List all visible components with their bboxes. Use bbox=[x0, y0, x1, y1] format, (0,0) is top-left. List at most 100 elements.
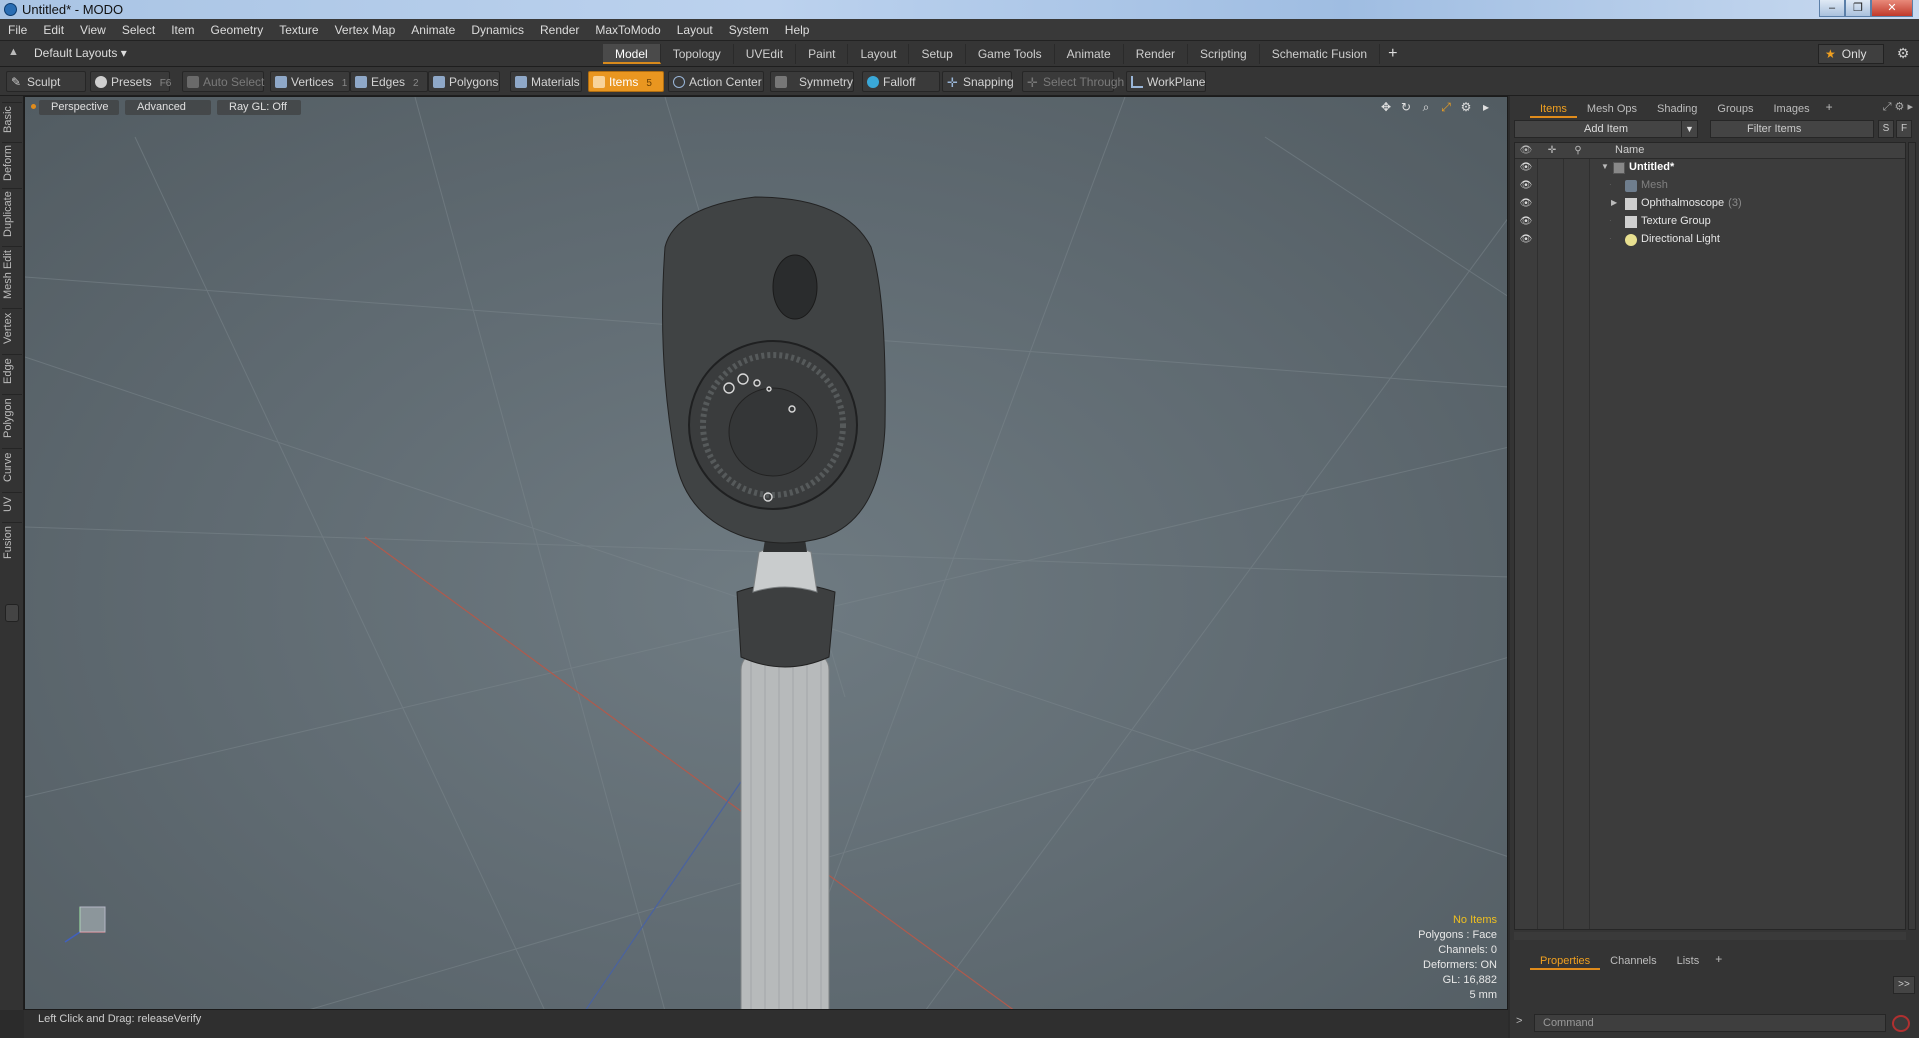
menu-file[interactable]: File bbox=[0, 19, 35, 41]
ptab-shading[interactable]: Shading bbox=[1647, 100, 1707, 118]
rotate-icon[interactable]: ↻ bbox=[1399, 100, 1413, 114]
expand-triangle-icon[interactable]: ▼ bbox=[1601, 162, 1611, 174]
presets-button[interactable]: Presets F6 bbox=[90, 71, 171, 92]
expand-properties-button[interactable]: >> bbox=[1893, 976, 1915, 994]
menu-system[interactable]: System bbox=[721, 19, 777, 41]
tab-paint[interactable]: Paint bbox=[796, 44, 849, 64]
item-list-scrollbar[interactable] bbox=[1908, 142, 1916, 930]
ptab-mesh-ops[interactable]: Mesh Ops bbox=[1577, 100, 1647, 118]
action-center-button[interactable]: Action Center bbox=[668, 71, 764, 92]
sculpt-button[interactable]: ✎ Sculpt bbox=[6, 71, 86, 92]
pan-icon[interactable]: ✥ bbox=[1379, 100, 1393, 114]
eye-icon[interactable]: 👁 bbox=[1519, 198, 1533, 210]
menu-dynamics[interactable]: Dynamics bbox=[463, 19, 532, 41]
command-input[interactable]: Command bbox=[1534, 1014, 1886, 1032]
s-button[interactable]: S bbox=[1878, 120, 1894, 138]
collapse-triangle-icon[interactable]: ▶ bbox=[1611, 198, 1621, 210]
menu-maxtomodo[interactable]: MaxToModo bbox=[587, 19, 668, 41]
layout-selector[interactable]: Default Layouts ▾ bbox=[34, 46, 127, 60]
menu-render[interactable]: Render bbox=[532, 19, 587, 41]
tab-schematic-fusion[interactable]: Schematic Fusion bbox=[1260, 44, 1381, 64]
zoom-icon[interactable]: ⌕ bbox=[1419, 100, 1433, 114]
stop-icon[interactable] bbox=[1892, 1015, 1910, 1032]
ptab-groups[interactable]: Groups bbox=[1707, 100, 1763, 118]
select-through-button[interactable]: ✛ Select Through bbox=[1022, 71, 1124, 92]
eye-icon[interactable]: 👁 bbox=[1519, 216, 1533, 228]
tab-scripting[interactable]: Scripting bbox=[1188, 44, 1260, 64]
symmetry-button[interactable]: Symmetry bbox=[770, 71, 854, 92]
add-panel-tab-icon[interactable]: + bbox=[1820, 100, 1839, 118]
menu-texture[interactable]: Texture bbox=[271, 19, 326, 41]
eye-icon[interactable]: 👁 bbox=[1519, 162, 1533, 174]
tab-setup[interactable]: Setup bbox=[909, 44, 966, 64]
menu-select[interactable]: Select bbox=[114, 19, 163, 41]
vtab-edge[interactable]: Edge bbox=[2, 354, 22, 388]
add-item-button[interactable]: Add Item ▼ bbox=[1514, 120, 1698, 138]
restore-icon[interactable]: ❐ bbox=[1845, 0, 1871, 17]
menu-view[interactable]: View bbox=[72, 19, 114, 41]
workplane-button[interactable]: WorkPlane bbox=[1126, 71, 1206, 92]
menu-help[interactable]: Help bbox=[777, 19, 818, 41]
items-button[interactable]: Items 5 bbox=[588, 71, 664, 92]
viewport-more-icon[interactable]: ▸ bbox=[1479, 100, 1493, 114]
item-row-mesh[interactable]: 👁 · Mesh bbox=[1515, 177, 1905, 195]
ptab-images[interactable]: Images bbox=[1764, 100, 1820, 118]
chevron-down-icon[interactable]: ▼ bbox=[1681, 121, 1697, 137]
add-properties-tab-icon[interactable]: + bbox=[1709, 952, 1728, 970]
tab-layout[interactable]: Layout bbox=[848, 44, 910, 64]
item-row-directional-light[interactable]: 👁 · Directional Light bbox=[1515, 231, 1905, 249]
auto-select-button[interactable]: Auto Select bbox=[182, 71, 264, 92]
item-row-texture-group[interactable]: 👁 · Texture Group bbox=[1515, 213, 1905, 231]
vtab-basic[interactable]: Basic bbox=[2, 102, 22, 136]
ptab-lists[interactable]: Lists bbox=[1667, 952, 1710, 970]
menu-edit[interactable]: Edit bbox=[35, 19, 72, 41]
shading-mode-dropdown[interactable]: Advanced bbox=[125, 100, 211, 115]
polygons-button[interactable]: Polygons bbox=[428, 71, 500, 92]
materials-button[interactable]: Materials bbox=[510, 71, 582, 92]
fit-icon[interactable]: ⤢ bbox=[1439, 100, 1453, 114]
edges-button[interactable]: Edges 2 bbox=[350, 71, 428, 92]
eye-icon[interactable]: 👁 bbox=[1519, 180, 1533, 192]
name-column-header[interactable]: Name bbox=[1615, 144, 1644, 156]
vtab-curve[interactable]: Curve bbox=[2, 448, 22, 486]
layout-collapse-icon[interactable]: ▲ bbox=[8, 46, 22, 60]
panel-options-icon[interactable]: ⤢ ⚙ ▸ bbox=[1883, 100, 1913, 114]
item-row-ophthalmoscope[interactable]: 👁 ▶ Ophthalmoscope (3) bbox=[1515, 195, 1905, 213]
render-header-icon[interactable]: ⚲ bbox=[1571, 145, 1585, 157]
ptab-channels[interactable]: Channels bbox=[1600, 952, 1666, 970]
ptab-properties[interactable]: Properties bbox=[1530, 952, 1601, 970]
f-button[interactable]: F bbox=[1896, 120, 1912, 138]
menu-animate[interactable]: Animate bbox=[403, 19, 463, 41]
minimize-icon[interactable]: – bbox=[1819, 0, 1845, 17]
ptab-items[interactable]: Items bbox=[1530, 100, 1577, 118]
view-type-dropdown[interactable]: Perspective bbox=[39, 100, 119, 115]
only-button[interactable]: ★ Only bbox=[1818, 44, 1884, 64]
visibility-header-icon[interactable]: 👁 bbox=[1519, 145, 1533, 157]
menu-item[interactable]: Item bbox=[163, 19, 202, 41]
tab-uvedit[interactable]: UVEdit bbox=[734, 44, 797, 64]
tab-animate[interactable]: Animate bbox=[1055, 44, 1124, 64]
item-list-hscrollbar[interactable] bbox=[1514, 932, 1906, 940]
tab-game-tools[interactable]: Game Tools bbox=[966, 44, 1055, 64]
vertices-button[interactable]: Vertices 1 bbox=[270, 71, 350, 92]
vtab-mesh-edit[interactable]: Mesh Edit bbox=[2, 246, 22, 302]
item-row-untitled[interactable]: 👁 ▼ Untitled* bbox=[1515, 159, 1905, 177]
vtab-vertex[interactable]: Vertex bbox=[2, 308, 22, 348]
3d-viewport[interactable]: Perspective Advanced Ray GL: Off ✥ ↻ ⌕ ⤢… bbox=[24, 96, 1508, 1010]
vtab-polygon[interactable]: Polygon bbox=[2, 394, 22, 442]
vtab-deform[interactable]: Deform bbox=[2, 142, 22, 182]
tab-model[interactable]: Model bbox=[603, 44, 661, 64]
tab-render[interactable]: Render bbox=[1124, 44, 1189, 64]
vtab-fusion[interactable]: Fusion bbox=[2, 522, 22, 562]
vtab-duplicate[interactable]: Duplicate bbox=[2, 188, 22, 240]
menu-geometry[interactable]: Geometry bbox=[203, 19, 272, 41]
viewport-settings-icon[interactable]: ⚙ bbox=[1459, 100, 1473, 114]
menu-layout[interactable]: Layout bbox=[669, 19, 721, 41]
tab-topology[interactable]: Topology bbox=[661, 44, 734, 64]
gear-icon[interactable]: ⚙ bbox=[1894, 45, 1912, 63]
raygl-dropdown[interactable]: Ray GL: Off bbox=[217, 100, 301, 115]
vtab-uv[interactable]: UV bbox=[2, 492, 22, 516]
tool-palette-toggle[interactable] bbox=[5, 604, 19, 622]
lock-header-icon[interactable]: ✛ bbox=[1545, 145, 1559, 157]
close-icon[interactable]: ✕ bbox=[1871, 0, 1913, 17]
